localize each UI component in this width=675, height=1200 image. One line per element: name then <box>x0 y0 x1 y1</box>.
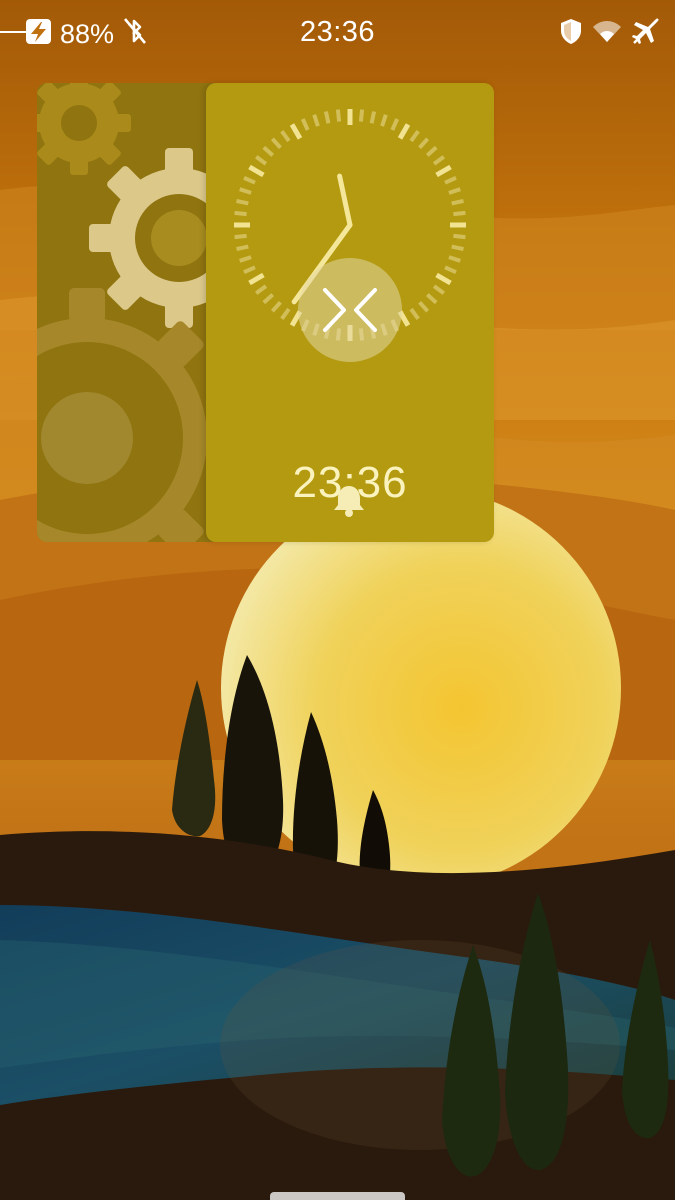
status-bar: 88% 23:36 <box>0 0 675 68</box>
clock-tick <box>418 137 430 150</box>
clock-tick <box>409 130 420 143</box>
clock-tick <box>425 145 438 157</box>
clock-tick <box>239 187 252 195</box>
clock-cover[interactable]: 23:36 <box>206 83 494 542</box>
status-right <box>559 15 661 53</box>
clock-tick <box>397 123 411 140</box>
pulley-menu-icon[interactable] <box>298 258 402 362</box>
clock-tick <box>289 123 303 140</box>
clock-tick <box>453 210 466 217</box>
clock-tick <box>390 118 400 131</box>
clock-tick <box>262 145 275 157</box>
clock-tick <box>236 244 249 252</box>
clock-tick <box>432 155 445 166</box>
shield-icon <box>559 16 583 53</box>
clock-tick <box>380 114 388 127</box>
clock-tick <box>435 272 452 286</box>
clock-tick <box>418 300 430 313</box>
clock-tick <box>262 293 275 305</box>
clock-tick <box>444 175 457 185</box>
clock-tick <box>451 198 464 206</box>
clock-tick <box>234 210 247 217</box>
clock-tick <box>448 255 461 263</box>
clock-tick <box>255 155 268 166</box>
clock-tick <box>448 187 461 195</box>
clock-tick <box>255 284 268 295</box>
clock-tick <box>280 130 291 143</box>
clock-tick <box>236 198 249 206</box>
clock-tick <box>239 255 252 263</box>
alarm-bell-icon <box>330 481 368 519</box>
clock-tick <box>435 164 452 178</box>
clock-tick <box>234 233 247 240</box>
clock-tick <box>248 164 265 178</box>
clock-tick <box>453 233 466 240</box>
clock-tick <box>451 244 464 252</box>
clock-tick <box>280 307 291 320</box>
clock-tick <box>270 300 282 313</box>
analog-clock <box>234 109 466 362</box>
clock-tick <box>425 293 438 305</box>
hour-hand <box>337 173 353 228</box>
clock-tick <box>243 265 256 275</box>
clock-tick <box>243 175 256 185</box>
clock-tick <box>369 111 377 124</box>
clock-tick <box>248 272 265 286</box>
clock-tick <box>312 114 320 127</box>
clock-tick <box>432 284 445 295</box>
clock-tick <box>300 118 310 131</box>
clock-tick <box>409 307 420 320</box>
clock-tick <box>444 265 457 275</box>
airplane-mode-icon <box>631 16 661 53</box>
clock-tick <box>270 137 282 150</box>
wifi-icon <box>591 16 623 53</box>
clock-tick <box>335 109 342 122</box>
home-indicator[interactable] <box>270 1192 405 1200</box>
clock-tick <box>323 111 331 124</box>
clock-tick <box>358 109 365 122</box>
